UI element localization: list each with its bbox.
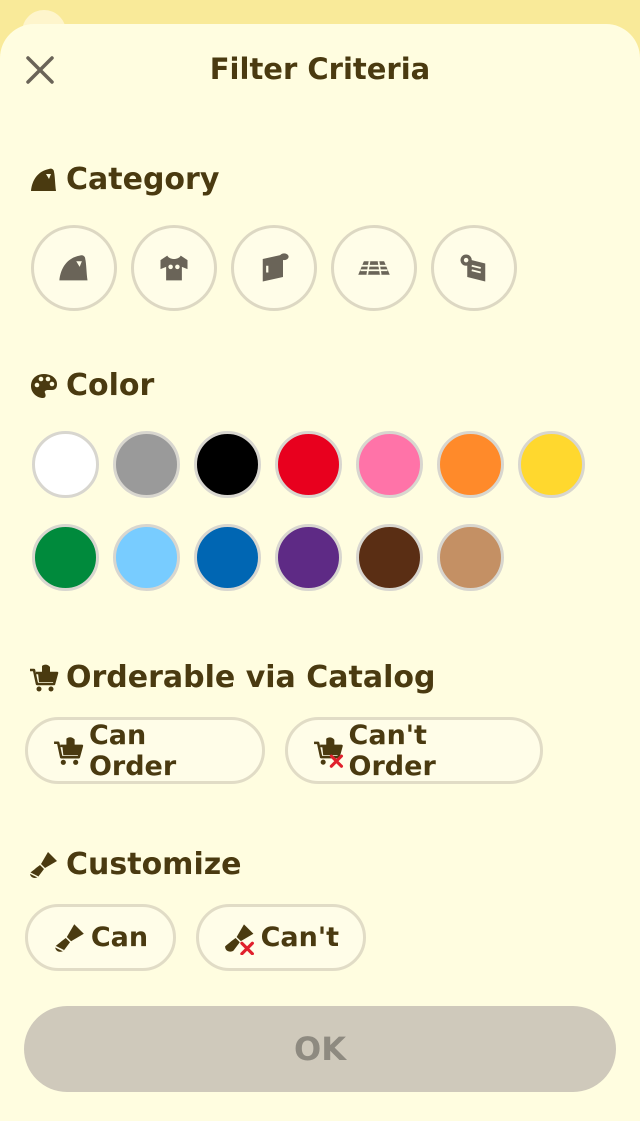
color-white-swatch[interactable]	[32, 431, 99, 498]
cant-customize-button[interactable]: Can't	[196, 904, 366, 971]
color-row-2	[32, 524, 504, 591]
color-pink-swatch[interactable]	[356, 431, 423, 498]
ok-button[interactable]: OK	[24, 1006, 616, 1092]
orderable-options: Can Order Can't Order	[25, 717, 543, 784]
color-brown-swatch[interactable]	[356, 524, 423, 591]
color-green-swatch[interactable]	[32, 524, 99, 591]
can-order-label: Can Order	[88, 719, 177, 782]
category-heading: Category	[28, 162, 219, 197]
color-row-1	[32, 431, 585, 498]
leaf-icon	[31, 168, 56, 191]
orderable-title: Orderable via Catalog	[66, 660, 436, 695]
customize-heading: Customize	[28, 847, 242, 882]
shopping-cart-icon	[54, 736, 84, 765]
category-options	[31, 225, 517, 311]
palette-icon	[31, 373, 57, 398]
category-clothing-button[interactable]	[131, 225, 217, 311]
category-title: Category	[66, 162, 220, 197]
category-rug-button[interactable]	[431, 225, 517, 311]
can-order-button[interactable]: Can Order	[25, 717, 265, 784]
can-customize-label: Can	[90, 922, 149, 953]
color-purple-swatch[interactable]	[275, 524, 342, 591]
color-red-swatch[interactable]	[275, 431, 342, 498]
color-gray-swatch[interactable]	[113, 431, 180, 498]
shopping-cart-x-icon	[314, 736, 344, 768]
color-orange-swatch[interactable]	[437, 431, 504, 498]
filter-sheet: Filter Criteria Category Color Orderable…	[0, 24, 640, 1121]
paintbrush-icon	[54, 923, 84, 952]
color-beige-swatch[interactable]	[437, 524, 504, 591]
color-title: Color	[66, 368, 155, 403]
sheet-header: Filter Criteria	[0, 24, 640, 116]
paintbrush-icon	[29, 851, 57, 878]
cant-order-label: Can't Order	[348, 719, 436, 782]
color-black-swatch[interactable]	[194, 431, 261, 498]
color-light-blue-swatch[interactable]	[113, 524, 180, 591]
can-customize-button[interactable]: Can	[25, 904, 176, 971]
flooring-icon	[358, 261, 390, 275]
category-furniture-button[interactable]	[31, 225, 117, 311]
wallpaper-icon	[262, 253, 289, 282]
rug-icon	[460, 254, 486, 282]
paintbrush-x-icon	[225, 923, 254, 955]
category-flooring-button[interactable]	[331, 225, 417, 311]
color-yellow-swatch[interactable]	[518, 431, 585, 498]
customize-title: Customize	[66, 847, 242, 882]
category-wallpaper-button[interactable]	[231, 225, 317, 311]
color-heading: Color	[28, 368, 154, 403]
cant-customize-label: Can't	[260, 922, 339, 953]
page-title: Filter Criteria	[209, 52, 431, 86]
color-blue-swatch[interactable]	[194, 524, 261, 591]
customize-options: Can Can't	[25, 904, 366, 971]
leaf-icon	[59, 255, 88, 281]
shopping-cart-icon	[30, 664, 59, 691]
orderable-heading: Orderable via Catalog	[28, 660, 435, 695]
cant-order-button[interactable]: Can't Order	[285, 717, 543, 784]
shirt-icon	[160, 255, 188, 281]
